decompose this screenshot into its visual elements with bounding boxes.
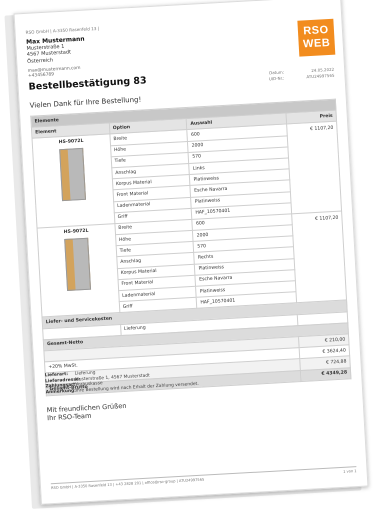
thank-you-text: Vielen Dank für Ihre Bestellung! xyxy=(29,95,142,110)
uid-label: UID-Nr.: xyxy=(268,75,285,82)
element-cell: HS-9072L xyxy=(37,223,120,318)
logo-line-2: WEB xyxy=(302,36,331,51)
order-table: Elemente Element Option Auswahl Preis HS… xyxy=(30,99,351,396)
recipient-country: Österreich xyxy=(27,57,54,65)
cabinet-image xyxy=(59,148,87,202)
price-cell: € 1107,20 xyxy=(291,210,347,304)
rso-web-logo: RSO WEB xyxy=(297,18,336,57)
footer-company: RSO GmbH | A-3350 Rasenfeld 13 | +43 282… xyxy=(50,477,205,491)
document-page: RSO GmbH | A-3350 Rasenfeld 13 | Max Mus… xyxy=(13,0,369,505)
stage: RSO GmbH | A-3350 Rasenfeld 13 | Max Mus… xyxy=(0,0,373,511)
uid-value: ATU24997565 xyxy=(306,72,335,80)
element-name: HS-9072L xyxy=(58,139,84,146)
recipient-address: Max Mustermann Musterstraße 1 4567 Muste… xyxy=(26,36,86,65)
recipient-contact: max@mustermann.com +43456789 xyxy=(28,66,81,80)
element-name: HS-9072L xyxy=(63,228,89,235)
date-label: Datum: xyxy=(269,69,285,76)
footer-page-number: 1 von 1 xyxy=(343,469,357,474)
note-label: Anmerkung: xyxy=(45,388,77,396)
page-footer: RSO GmbH | A-3350 Rasenfeld 13 | +43 282… xyxy=(50,466,357,491)
element-cell: HS-9072L xyxy=(32,134,115,228)
greeting: Mit freundlichen Grüßen Ihr RSO-Team xyxy=(47,402,128,423)
greeting-line-2: Ihr RSO-Team xyxy=(46,412,92,423)
document-meta: Datum: 24.05.2022 UID-Nr.: ATU24997565 xyxy=(268,67,335,82)
sender-line: RSO GmbH | A-3350 Rasenfeld 13 | xyxy=(25,25,100,35)
recipient-phone: +43456789 xyxy=(27,72,55,80)
gross-value: € 4349,28 xyxy=(300,367,351,382)
logo-line-1: RSO xyxy=(302,23,329,38)
cabinet-image xyxy=(64,237,92,291)
price-cell: € 1107,20 xyxy=(286,121,342,214)
